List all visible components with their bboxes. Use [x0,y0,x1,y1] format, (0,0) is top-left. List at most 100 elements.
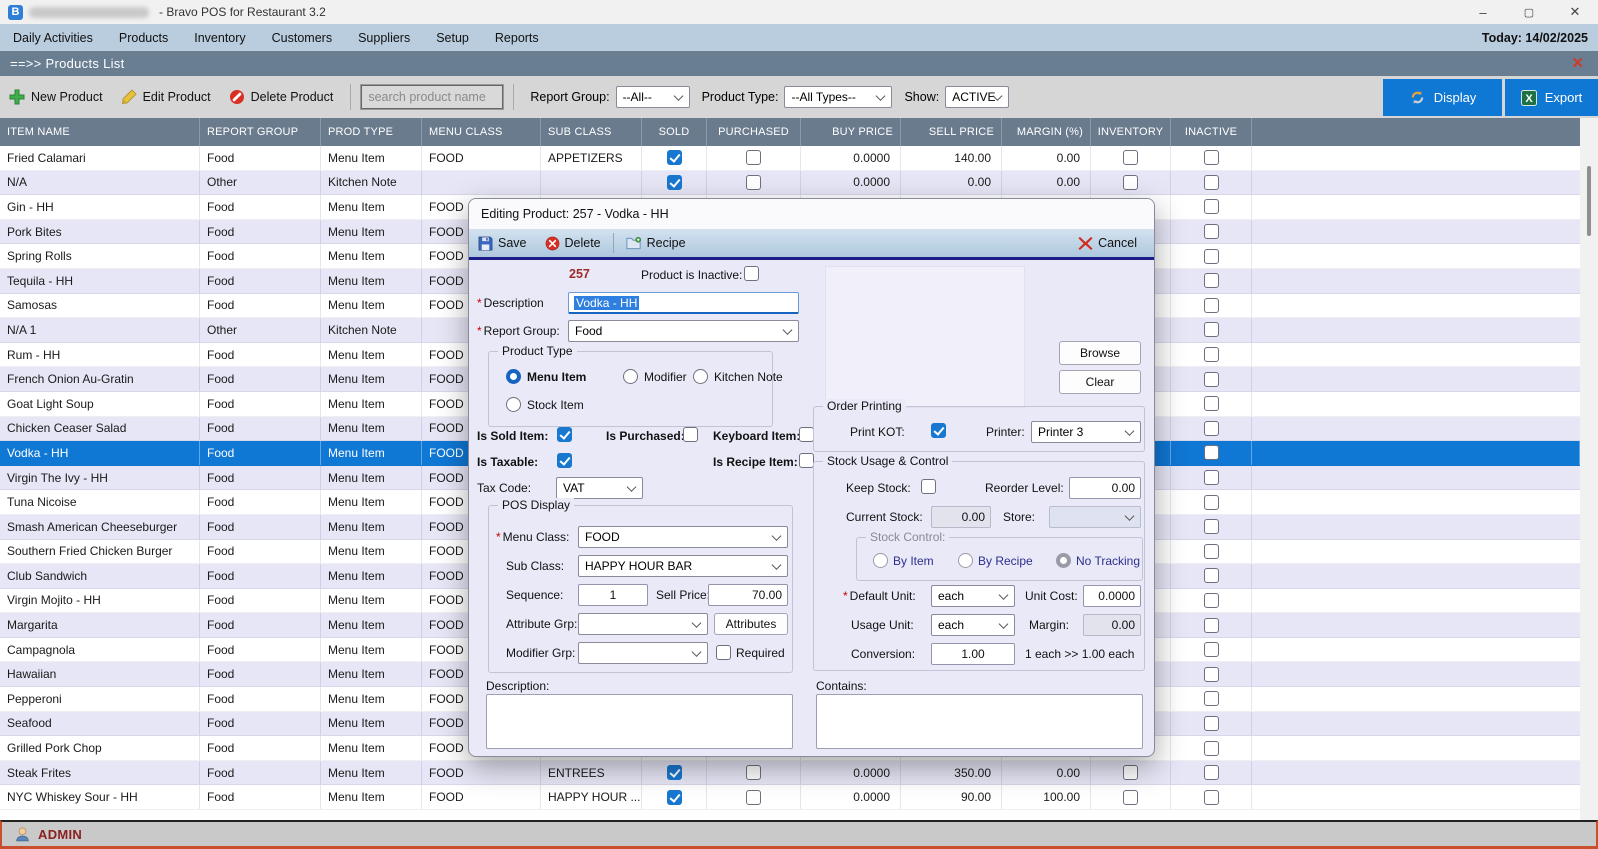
inactive-checkbox[interactable] [1204,199,1219,214]
modifier-grp-select[interactable] [578,642,708,664]
menu-item-reports[interactable]: Reports [482,24,552,51]
edit-product-button[interactable]: Edit Product [112,76,220,118]
inventory-checkbox[interactable] [1123,790,1138,805]
report-group-select[interactable]: --All-- [616,86,690,108]
print-kot-checkbox[interactable] [931,423,946,438]
inactive-checkbox[interactable] [1204,568,1219,583]
radio-stock-item[interactable] [506,397,521,412]
inactive-checkbox[interactable] [1204,716,1219,731]
column-header-menu-class[interactable]: MENU CLASS [422,118,541,146]
save-button[interactable]: Save [469,229,536,257]
description-input[interactable]: Vodka - HH [568,292,799,314]
maximize-button[interactable]: ▢ [1506,0,1552,24]
purchased-checkbox[interactable] [746,790,761,805]
menu-item-customers[interactable]: Customers [259,24,345,51]
inactive-checkbox[interactable] [1204,372,1219,387]
inactive-checkbox[interactable] [1204,396,1219,411]
attributes-button[interactable]: Attributes [714,613,788,635]
inactive-checkbox[interactable] [1204,495,1219,510]
attribute-grp-select[interactable] [578,613,708,635]
column-header-sub-class[interactable]: SUB CLASS [541,118,642,146]
table-row[interactable]: NYC Whiskey Sour - HHFoodMenu ItemFOODHA… [0,785,1580,810]
vertical-scrollbar[interactable] [1580,118,1598,820]
is-taxable-checkbox[interactable] [557,453,572,468]
page-close-icon[interactable]: ✕ [1571,56,1584,71]
inactive-checkbox[interactable] [1204,765,1219,780]
inactive-checkbox[interactable] [1204,642,1219,657]
product-type-select[interactable]: --All Types-- [784,86,892,108]
sold-checkbox[interactable] [667,790,682,805]
delete-button[interactable]: Delete [536,229,610,257]
default-unit-select[interactable]: each [931,585,1015,607]
sold-checkbox[interactable] [667,175,682,190]
purchased-checkbox[interactable] [746,765,761,780]
table-row[interactable]: Steak FritesFoodMenu ItemFOODENTREES0.00… [0,761,1580,786]
keep-stock-checkbox[interactable] [921,479,936,494]
inactive-checkbox[interactable] [1204,224,1219,239]
close-button[interactable]: ✕ [1552,0,1598,24]
export-button[interactable]: X Export [1505,79,1598,116]
inactive-checkbox[interactable] [1204,273,1219,288]
inactive-checkbox[interactable] [1204,618,1219,633]
dialog-titlebar[interactable]: Editing Product: 257 - Vodka - HH [469,199,1154,230]
sold-checkbox[interactable] [667,765,682,780]
inactive-checkbox[interactable] [1204,470,1219,485]
browse-button[interactable]: Browse [1059,341,1141,365]
scrollbar-thumb[interactable] [1587,166,1591,236]
radio-menu-item[interactable] [506,369,521,384]
menu-class-select[interactable]: FOOD [578,526,788,548]
inactive-checkbox[interactable] [1204,249,1219,264]
product-inactive-checkbox[interactable] [744,266,759,281]
inventory-checkbox[interactable] [1123,175,1138,190]
inactive-checkbox[interactable] [1204,593,1219,608]
is-recipe-checkbox[interactable] [799,453,814,468]
inactive-checkbox[interactable] [1204,322,1219,337]
is-sold-checkbox[interactable] [557,427,572,442]
inactive-checkbox[interactable] [1204,544,1219,559]
is-purchased-checkbox[interactable] [683,427,698,442]
delete-product-button[interactable]: Delete Product [220,76,343,118]
inactive-checkbox[interactable] [1204,175,1219,190]
sub-class-select[interactable]: HAPPY HOUR BAR [578,555,788,577]
column-header-inactive[interactable]: INACTIVE [1171,118,1252,146]
inactive-checkbox[interactable] [1204,519,1219,534]
description-textarea[interactable] [486,694,793,749]
cancel-button[interactable]: Cancel [1069,229,1146,257]
column-header-purchased[interactable]: PURCHASED [707,118,801,146]
reorder-level-input[interactable]: 0.00 [1069,477,1141,499]
search-input[interactable] [361,85,503,109]
inventory-checkbox[interactable] [1123,765,1138,780]
menu-item-products[interactable]: Products [106,24,181,51]
inactive-checkbox[interactable] [1204,150,1219,165]
report-group-select[interactable]: Food [568,320,799,342]
table-row[interactable]: Fried CalamariFoodMenu ItemFOODAPPETIZER… [0,146,1580,171]
column-header-item-name[interactable]: ITEM NAME [0,118,200,146]
required-checkbox[interactable] [716,645,731,660]
column-header-inventory[interactable]: INVENTORY [1091,118,1171,146]
inactive-checkbox[interactable] [1204,790,1219,805]
inactive-checkbox[interactable] [1204,667,1219,682]
column-header-sell-price[interactable]: SELL PRICE [901,118,1002,146]
display-button[interactable]: Display [1383,79,1502,116]
inactive-checkbox[interactable] [1204,691,1219,706]
column-header-prod-type[interactable]: PROD TYPE [321,118,422,146]
menu-item-suppliers[interactable]: Suppliers [345,24,423,51]
unit-cost-input[interactable]: 0.0000 [1083,585,1141,607]
new-product-button[interactable]: New Product [0,76,112,118]
column-header-sold[interactable]: SOLD [642,118,707,146]
purchased-checkbox[interactable] [746,150,761,165]
inactive-checkbox[interactable] [1204,298,1219,313]
sell-price-input[interactable]: 70.00 [708,584,788,606]
inactive-checkbox[interactable] [1204,421,1219,436]
purchased-checkbox[interactable] [746,175,761,190]
radio-kitchen-note[interactable] [693,369,708,384]
show-select[interactable]: ACTIVE [945,86,1009,108]
column-header-margin-[interactable]: MARGIN (%) [1002,118,1091,146]
inactive-checkbox[interactable] [1204,741,1219,756]
keyboard-item-checkbox[interactable] [799,427,814,442]
table-row[interactable]: N/AOtherKitchen Note0.00000.000.00 [0,171,1580,196]
conversion-input[interactable]: 1.00 [931,643,1015,665]
tax-code-select[interactable]: VAT [556,477,643,499]
radio-modifier[interactable] [623,369,638,384]
inventory-checkbox[interactable] [1123,150,1138,165]
